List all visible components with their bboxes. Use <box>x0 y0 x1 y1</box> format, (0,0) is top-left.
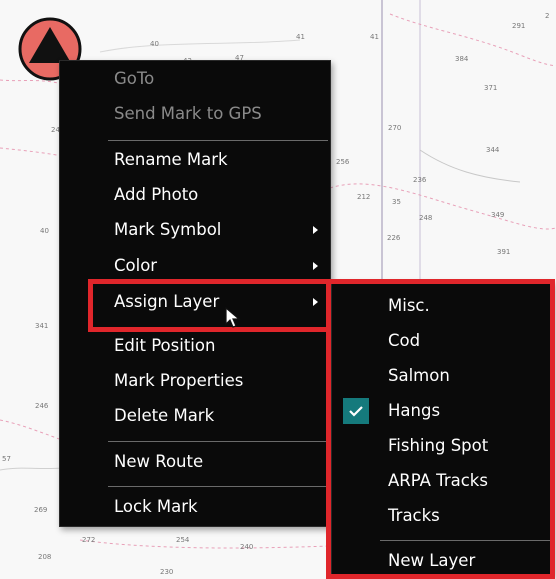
depth-label: 344 <box>486 146 500 154</box>
depth-label: 230 <box>160 568 174 576</box>
menu-item-label: Rename Mark <box>114 150 228 169</box>
depth-label: 240 <box>240 543 254 551</box>
depth-label: 40 <box>150 40 159 48</box>
menu-item-new-route[interactable]: New Route <box>60 446 330 478</box>
menu-item-delete-mark[interactable]: Delete Mark <box>60 400 330 432</box>
menu-item-label: Add Photo <box>114 185 199 204</box>
menu-item-rename-mark[interactable]: Rename Mark <box>60 144 330 176</box>
menu-separator <box>108 140 328 141</box>
depth-label: 40 <box>40 227 49 235</box>
depth-label: 208 <box>38 553 52 561</box>
depth-label: 384 <box>455 55 469 63</box>
depth-label: 391 <box>497 248 511 256</box>
depth-label: 272 <box>82 536 96 544</box>
depth-label: 341 <box>35 322 49 330</box>
menu-item-send-mark-to-gps: Send Mark to GPS <box>60 98 330 130</box>
depth-label: 349 <box>491 211 505 219</box>
menu-item-label: GoTo <box>114 69 155 88</box>
depth-label: 269 <box>34 506 48 514</box>
menu-item-label: Send Mark to GPS <box>114 104 262 123</box>
menu-item-label: Lock Mark <box>114 497 198 516</box>
depth-label: 270 <box>388 124 402 132</box>
layer-submenu-highlight <box>326 279 555 579</box>
menu-item-label: Mark Symbol <box>114 220 222 239</box>
depth-label: 41 <box>296 33 305 41</box>
menu-item-mark-symbol[interactable]: Mark Symbol <box>60 214 330 246</box>
depth-label: 226 <box>387 234 401 242</box>
mouse-cursor-icon <box>225 307 241 328</box>
depth-label: 371 <box>484 84 498 92</box>
depth-label: 41 <box>370 33 379 41</box>
menu-separator <box>108 441 328 442</box>
depth-label: 236 <box>413 176 427 184</box>
depth-label: 248 <box>419 214 433 222</box>
depth-label: 246 <box>35 402 49 410</box>
assign-layer-highlight <box>88 279 332 332</box>
menu-item-label: New Route <box>114 452 204 471</box>
menu-item-label: Mark Properties <box>114 371 244 390</box>
menu-item-mark-properties[interactable]: Mark Properties <box>60 365 330 397</box>
depth-label: 212 <box>357 193 371 201</box>
menu-item-goto: GoTo <box>60 63 330 95</box>
depth-label: 2 <box>545 12 550 20</box>
depth-label: 254 <box>176 536 190 544</box>
depth-label: 35 <box>392 198 401 206</box>
menu-item-label: Delete Mark <box>114 406 215 425</box>
menu-item-edit-position[interactable]: Edit Position <box>60 330 330 362</box>
depth-label: 291 <box>512 22 526 30</box>
depth-label: 57 <box>2 455 11 463</box>
menu-separator <box>108 486 328 487</box>
menu-item-label: Color <box>114 256 158 275</box>
depth-label: 256 <box>336 158 350 166</box>
submenu-arrow-icon <box>313 226 318 234</box>
menu-item-add-photo[interactable]: Add Photo <box>60 179 330 211</box>
menu-item-label: Edit Position <box>114 336 216 355</box>
submenu-arrow-icon <box>313 262 318 270</box>
menu-item-lock-mark[interactable]: Lock Mark <box>60 491 330 523</box>
menu-item-color[interactable]: Color <box>60 250 330 282</box>
